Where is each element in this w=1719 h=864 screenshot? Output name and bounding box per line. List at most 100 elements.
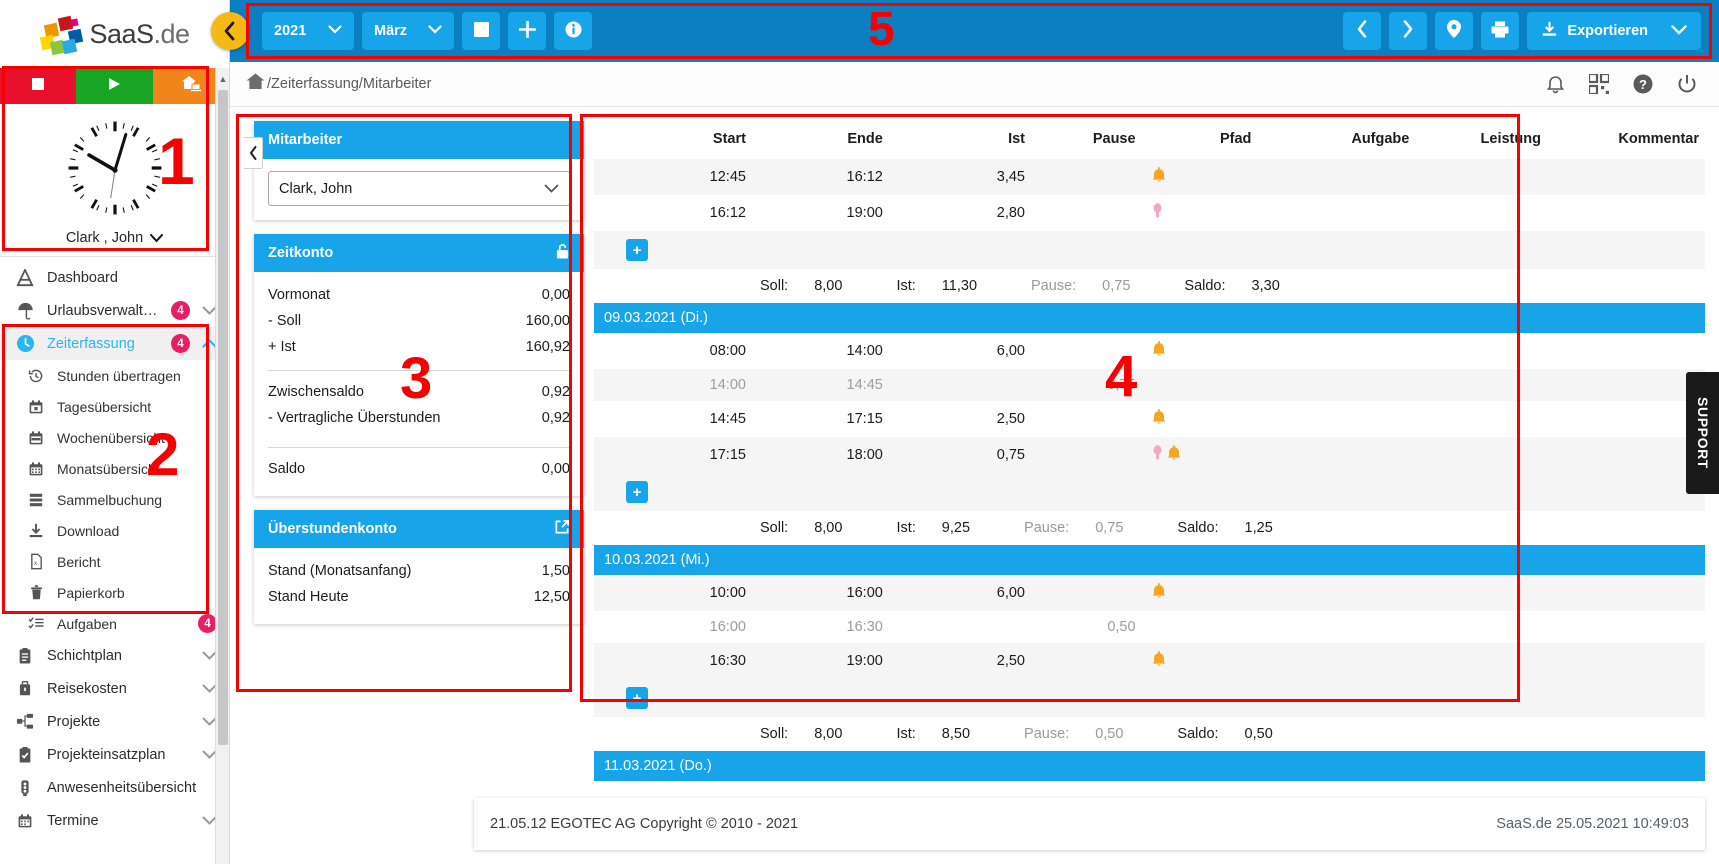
sidebar-item-monatsuebersicht[interactable]: Monatsübersicht	[0, 453, 229, 484]
stop-button[interactable]	[462, 12, 500, 50]
zeitkonto-row: + Ist 160,92	[268, 334, 570, 360]
date-group-row[interactable]: 11.03.2021 (Do.)	[594, 751, 1705, 781]
clock-user[interactable]: Clark , John	[65, 230, 164, 246]
download-icon	[1541, 21, 1558, 42]
sidebar-item-anwesenheitsuebersicht[interactable]: Anwesenheitsübersicht	[0, 771, 229, 804]
table-row[interactable]: 14:45 17:15 2,50	[594, 401, 1705, 437]
print-button[interactable]	[1481, 12, 1520, 50]
bell-icon[interactable]	[1546, 74, 1565, 94]
location-button[interactable]	[1435, 12, 1474, 50]
bell-icon[interactable]	[1152, 341, 1166, 361]
sidebar-item-label: Termine	[47, 812, 99, 829]
add-entry-row[interactable]: +	[594, 473, 1705, 511]
sidebar-item-projekte[interactable]: Projekte	[0, 705, 229, 738]
alert-pink-icon[interactable]	[1152, 203, 1163, 223]
sidebar-scroll-thumb[interactable]	[218, 90, 228, 745]
info-button[interactable]	[554, 12, 592, 50]
support-tab[interactable]: SUPPORT	[1686, 372, 1719, 494]
sidebar-item-projekteinsatzplan[interactable]: Projekteinsatzplan	[0, 738, 229, 771]
sidebar-item-stunden-uebertragen[interactable]: Stunden übertragen	[0, 360, 229, 391]
bell-icon[interactable]	[1152, 651, 1166, 671]
status-button-group	[0, 68, 229, 104]
divider	[268, 370, 570, 371]
table-row[interactable]: 16:30 19:00 2,50	[594, 643, 1705, 679]
sidebar-item-tagesuebersicht[interactable]: Tagesübersicht	[0, 391, 229, 422]
date-group-row[interactable]: 10.03.2021 (Mi.)	[594, 545, 1705, 575]
sidebar-collapse-button[interactable]	[211, 12, 249, 50]
clock-user-name: Clark , John	[65, 230, 144, 246]
next-button[interactable]	[1389, 12, 1428, 50]
scroll-up-icon[interactable]: ▲	[216, 70, 230, 88]
table-row[interactable]: 17:15 18:00 0,75	[594, 437, 1705, 473]
sidebar-item-wochenuebersicht[interactable]: Wochenübersicht	[0, 422, 229, 453]
cell-kommentar	[1547, 401, 1705, 437]
sidebar-item-aufgaben[interactable]: Aufgaben 4	[0, 608, 229, 639]
bell-icon[interactable]	[1152, 409, 1166, 429]
sidebar-item-label: Tagesübersicht	[57, 398, 152, 415]
add-button[interactable]	[508, 12, 546, 50]
export-button[interactable]: Exportieren	[1527, 12, 1701, 50]
table-row[interactable]: 12:45 16:12 3,45	[594, 159, 1705, 195]
table-row[interactable]: 14:00 14:45 0,75	[594, 369, 1705, 401]
bell-icon[interactable]	[1152, 583, 1166, 603]
previous-button[interactable]	[1343, 12, 1382, 50]
summary-ist-value: 9,25	[941, 520, 971, 536]
card-title-text: Mitarbeiter	[268, 132, 343, 148]
home-icon[interactable]	[246, 73, 265, 95]
calendar-icon	[14, 813, 36, 829]
add-entry-row[interactable]: +	[594, 679, 1705, 717]
table-row[interactable]: 10:00 16:00 6,00	[594, 575, 1705, 611]
column-header-kommentar: Kommentar	[1546, 121, 1705, 159]
table-row[interactable]: 16:12 19:00 2,80	[594, 195, 1705, 231]
panel-collapse-button[interactable]	[244, 137, 263, 169]
sidebar-scrollbar[interactable]: ▲	[215, 68, 229, 864]
cell-start: 16:30	[709, 653, 746, 669]
employee-select[interactable]: Clark, John	[268, 171, 570, 206]
date-group-label: 11.03.2021 (Do.)	[594, 751, 1705, 781]
brand-logo[interactable]: SaaS.de	[0, 0, 229, 68]
cell-kommentar	[1547, 159, 1705, 195]
bell-icon[interactable]	[1167, 445, 1181, 465]
sidebar-item-dashboard[interactable]: Dashboard	[0, 261, 229, 294]
sidebar-badge: 4	[171, 334, 190, 353]
alert-pink-icon[interactable]	[1152, 445, 1163, 465]
cell-ende: 18:00	[846, 447, 883, 463]
sidebar-item-sammelbuchung[interactable]: Sammelbuchung	[0, 484, 229, 515]
row-label: + Ist	[268, 339, 296, 355]
stop-button[interactable]	[0, 68, 77, 104]
table-row[interactable]: 16:00 16:30 0,50	[594, 611, 1705, 643]
cell-leistung	[1415, 333, 1547, 369]
sidebar-item-bericht[interactable]: x Bericht	[0, 546, 229, 577]
bell-icon[interactable]	[1152, 167, 1166, 187]
month-select[interactable]: März	[362, 12, 454, 50]
ueberstundenkonto-card-title: Überstundenkonto	[254, 510, 584, 548]
sidebar-item-termine[interactable]: Termine	[0, 804, 229, 837]
qr-code-icon[interactable]	[1589, 74, 1609, 94]
date-group-row[interactable]: 09.03.2021 (Di.)	[594, 303, 1705, 333]
column-header-start: Start	[594, 121, 752, 159]
add-entry-button[interactable]: +	[626, 239, 648, 261]
add-entry-row[interactable]: +	[594, 231, 1705, 269]
sidebar-item-papierkorb[interactable]: Papierkorb	[0, 577, 229, 608]
cell-pfad-icons	[1142, 401, 1258, 437]
sidebar-item-zeiterfassung[interactable]: Zeiterfassung 4	[0, 327, 229, 360]
add-entry-button[interactable]: +	[626, 481, 648, 503]
sidebar-item-reisekosten[interactable]: Reisekosten	[0, 672, 229, 705]
cell-pause	[1031, 333, 1142, 369]
add-entry-button[interactable]: +	[626, 687, 648, 709]
help-circle-icon[interactable]: ?	[1633, 74, 1653, 94]
table-row[interactable]: 08:00 14:00 6,00	[594, 333, 1705, 369]
sidebar-item-download[interactable]: Download	[0, 515, 229, 546]
summary-saldo-label: Saldo:	[1184, 278, 1226, 294]
sidebar-nav: Dashboard Urlaubsverwaltung 4 Zeiterfass…	[0, 257, 229, 864]
sidebar-item-schichtplan[interactable]: Schichtplan	[0, 639, 229, 672]
sidebar-item-urlaubsverwaltung[interactable]: Urlaubsverwaltung 4	[0, 294, 229, 327]
play-button[interactable]	[76, 68, 153, 104]
external-link-icon[interactable]	[554, 519, 570, 539]
unlock-icon[interactable]	[555, 243, 570, 264]
breadcrumb[interactable]: /Zeiterfassung/Mitarbeiter	[246, 73, 431, 95]
cell-aufgabe	[1257, 159, 1415, 195]
power-icon[interactable]	[1677, 74, 1697, 94]
cell-kommentar	[1547, 575, 1705, 611]
year-select[interactable]: 2021	[262, 12, 354, 50]
